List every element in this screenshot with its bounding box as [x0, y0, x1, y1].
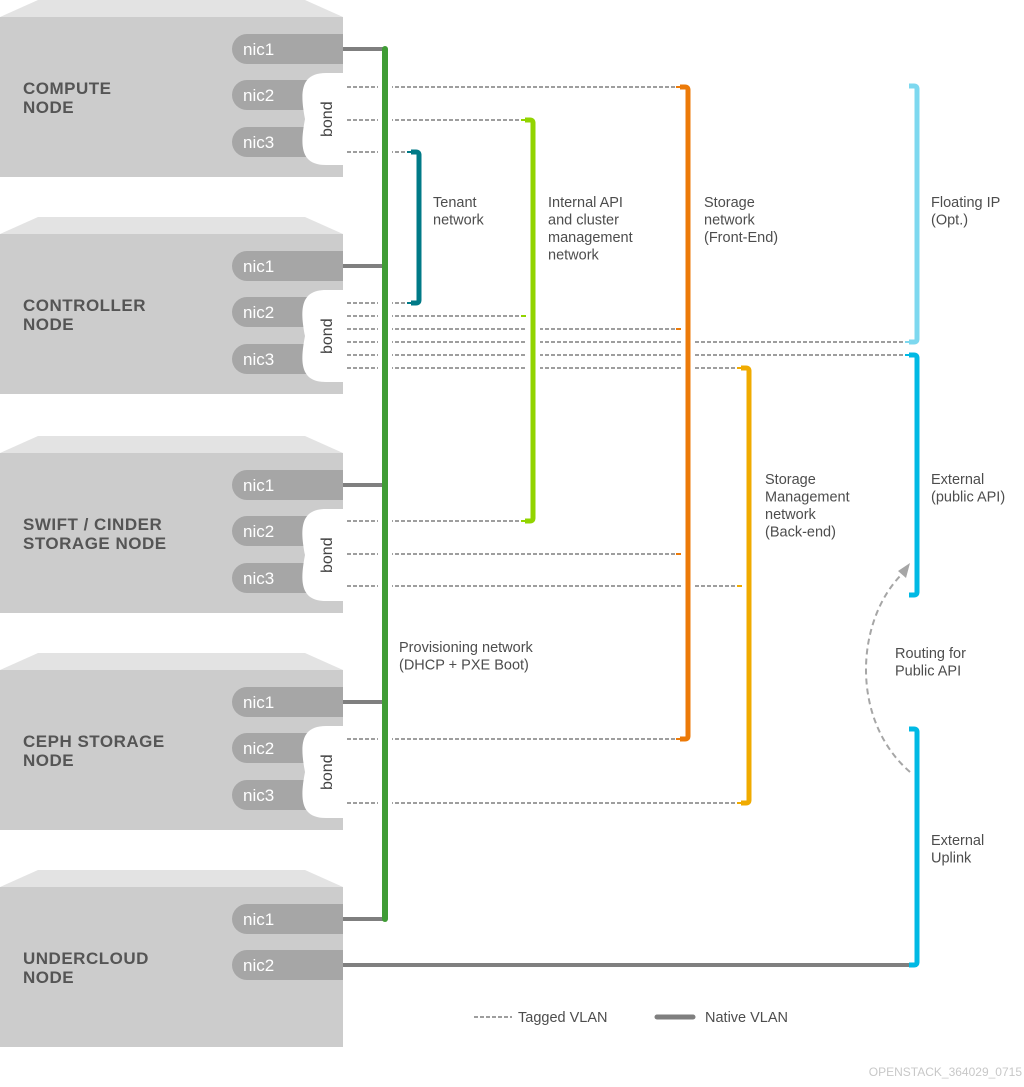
- node-name: SWIFT / CINDER STORAGE NODE: [23, 515, 167, 553]
- nic-label: nic2: [243, 739, 274, 758]
- arrowhead-icon: [898, 563, 910, 578]
- bond-label: bond: [319, 101, 336, 137]
- node-name-line: NODE: [23, 315, 74, 334]
- nic-label: nic3: [243, 133, 274, 152]
- provisioning-label-line: Provisioning network: [399, 640, 534, 656]
- legend-native-label: Native VLAN: [705, 1010, 788, 1026]
- nic-label: nic3: [243, 350, 274, 369]
- bond-label: bond: [319, 537, 336, 573]
- node-name-line: NODE: [23, 98, 74, 117]
- node-top: [0, 217, 343, 234]
- internal-api-label: Internal API and cluster management network: [548, 195, 633, 264]
- internal-api-label-line: Internal API: [548, 195, 623, 211]
- nic-label: nic1: [243, 257, 274, 276]
- storage-label-line: network: [704, 213, 756, 229]
- nic-label: nic1: [243, 476, 274, 495]
- node-name-line: STORAGE NODE: [23, 534, 167, 553]
- node-name-line: CONTROLLER: [23, 296, 146, 315]
- nic-label: nic1: [243, 40, 274, 59]
- provisioning-label-line: (DHCP + PXE Boot): [399, 658, 529, 674]
- nic-label: nic3: [243, 569, 274, 588]
- external-label-line: External: [931, 472, 984, 488]
- node-name-line: NODE: [23, 751, 74, 770]
- floating-ip-line: [909, 83, 920, 345]
- external-uplink-label-line: Uplink: [931, 851, 972, 867]
- routing-label: Routing for Public API: [895, 646, 966, 680]
- external-line: [909, 352, 920, 598]
- storage-label-line: (Front-End): [704, 230, 778, 246]
- storage-mgmt-label: Storage Management network (Back-end): [765, 472, 850, 541]
- nic-label: nic2: [243, 303, 274, 322]
- bond-label: bond: [319, 754, 336, 790]
- tenant-line: [411, 149, 422, 306]
- nic-label: nic2: [243, 956, 274, 975]
- storage-mgmt-label-line: network: [765, 507, 817, 523]
- node-name-line: COMPUTE: [23, 79, 112, 98]
- node-top: [0, 870, 343, 887]
- provisioning-label: Provisioning network (DHCP + PXE Boot): [399, 640, 534, 674]
- nic-label: nic1: [243, 693, 274, 712]
- storage-label-line: Storage: [704, 195, 755, 211]
- floating-ip-label: Floating IP (Opt.): [931, 195, 1000, 229]
- tenant-label: Tenant network: [433, 195, 485, 229]
- storage-mgmt-label-line: Storage: [765, 472, 816, 488]
- external-uplink-line: [909, 726, 920, 968]
- internal-api-label-line: management: [548, 230, 633, 246]
- node-top: [0, 653, 343, 670]
- routing-label-line: Public API: [895, 664, 961, 680]
- node-name-line: NODE: [23, 968, 74, 987]
- node-name-line: UNDERCLOUD: [23, 949, 149, 968]
- routing-label-line: Routing for: [895, 646, 966, 662]
- floating-ip-label-line: Floating IP: [931, 195, 1000, 211]
- external-uplink-label: External Uplink: [931, 833, 984, 867]
- external-label: External (public API): [931, 472, 1005, 506]
- node-top: [0, 436, 343, 453]
- nic-label: nic3: [243, 786, 274, 805]
- figure-id: OPENSTACK_364029_0715: [869, 1065, 1023, 1079]
- floating-ip-label-line: (Opt.): [931, 213, 968, 229]
- nic-label: nic2: [243, 86, 274, 105]
- external-label-line: (public API): [931, 490, 1005, 506]
- nic-label: nic2: [243, 522, 274, 541]
- nic-label: nic1: [243, 910, 274, 929]
- tenant-label-line: network: [433, 213, 485, 229]
- internal-api-label-line: network: [548, 248, 600, 264]
- bond-label: bond: [319, 318, 336, 354]
- storage-label: Storage network (Front-End): [704, 195, 778, 246]
- node-name-line: SWIFT / CINDER: [23, 515, 162, 534]
- external-uplink-label-line: External: [931, 833, 984, 849]
- legend-tagged-label: Tagged VLAN: [518, 1010, 607, 1026]
- tenant-label-line: Tenant: [433, 195, 477, 211]
- network-diagram: nic1nic2nic3bondCOMPUTE NODEnic1nic2nic3b…: [0, 0, 1023, 1079]
- node-name-line: CEPH STORAGE: [23, 732, 165, 751]
- node-top: [0, 0, 343, 17]
- storage-mgmt-label-line: Management: [765, 490, 850, 506]
- internal-api-label-line: and cluster: [548, 213, 619, 229]
- storage-mgmt-label-line: (Back-end): [765, 525, 836, 541]
